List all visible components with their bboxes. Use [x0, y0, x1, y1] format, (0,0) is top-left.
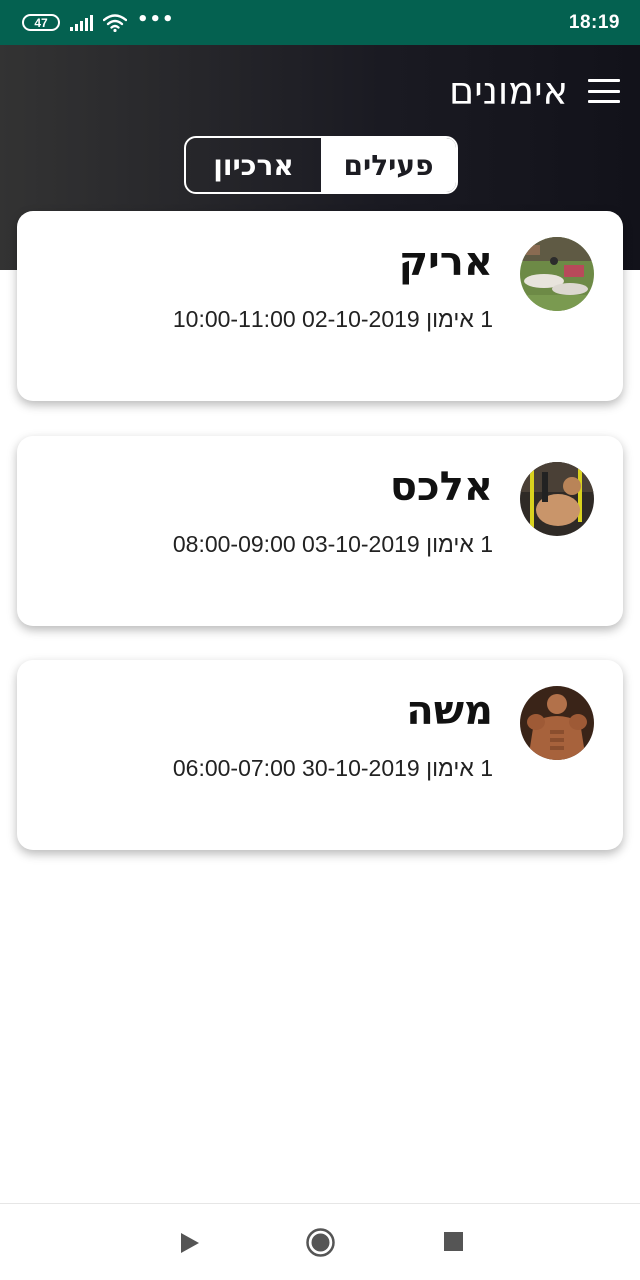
tab-archive[interactable]: ארכיון — [186, 138, 321, 192]
back-triangle-icon[interactable] — [180, 1232, 200, 1258]
tab-switch: פעילים ארכיון — [184, 136, 458, 194]
training-card[interactable]: אריק 1 אימון 02-10-2019 10:00-11:00 — [17, 211, 623, 401]
trainer-avatar — [520, 686, 594, 760]
page-title: אימונים — [449, 69, 568, 113]
battery-level: 47 — [34, 15, 48, 30]
training-card[interactable]: אלכס 1 אימון 03-10-2019 08:00-09:00 — [17, 436, 623, 626]
status-bar: 47 ••• 18:19 — [0, 0, 640, 45]
training-details: 1 אימון 02-10-2019 10:00-11:00 — [172, 306, 493, 332]
status-indicators: 47 ••• — [22, 8, 175, 32]
training-details: 1 אימון 03-10-2019 08:00-09:00 — [172, 531, 493, 557]
trainer-name: משה — [406, 688, 493, 734]
hamburger-menu-icon[interactable] — [588, 79, 620, 103]
battery-icon: 47 — [22, 14, 60, 31]
trainer-name: אריק — [398, 239, 493, 285]
system-navigation-bar — [0, 1203, 640, 1280]
trainer-name: אלכס — [389, 464, 493, 510]
trainer-avatar — [520, 462, 594, 536]
home-circle-icon[interactable] — [306, 1228, 335, 1261]
signal-icon — [70, 14, 93, 31]
trainer-avatar — [520, 237, 594, 311]
training-details: 1 אימון 30-10-2019 06:00-07:00 — [172, 755, 493, 781]
training-card[interactable]: משה 1 אימון 30-10-2019 06:00-07:00 — [17, 660, 623, 850]
wifi-icon — [103, 13, 127, 32]
tab-active[interactable]: פעילים — [321, 138, 456, 192]
more-notifications-icon: ••• — [137, 8, 175, 30]
clock: 18:19 — [568, 11, 620, 33]
recents-square-icon[interactable] — [444, 1232, 463, 1251]
